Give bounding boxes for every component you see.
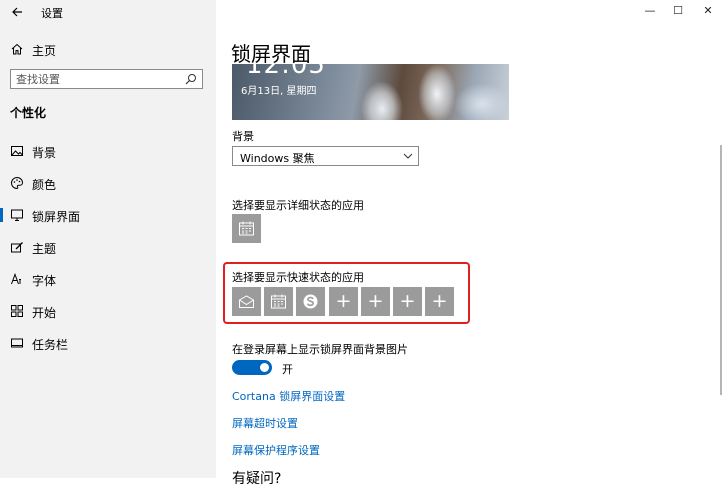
signin-background-label: 在登录屏幕上显示锁屏界面背景图片 [232,343,408,356]
cortana-lock-settings-link[interactable]: Cortana 锁屏界面设置 [232,388,345,404]
picture-icon [11,146,23,156]
quick-status-add-tile[interactable]: + [393,287,422,316]
sidebar-item-start[interactable]: 开始 [0,299,216,323]
calendar-icon [239,221,254,236]
scrollbar[interactable] [720,145,722,395]
sidebar-item-colors[interactable]: 颜色 [0,171,216,195]
add-icon: + [335,290,352,312]
background-dropdown-value: Windows 聚焦 [240,152,315,165]
toggle-knob [260,363,269,372]
background-dropdown[interactable]: Windows 聚焦 [232,146,419,166]
section-title: 个性化 [10,106,47,120]
sidebar-item-background[interactable]: 背景 [0,139,216,163]
taskbar-icon [11,338,23,348]
back-arrow-icon [12,7,22,17]
add-icon: + [399,290,416,312]
sidebar-item-label: 锁屏界面 [32,210,81,224]
sidebar: 设置 主页 个性化 背景 颜色 锁屏界面 主题 字体 开始 任务栏 [0,0,216,478]
sidebar-item-label: 背景 [32,146,57,160]
sidebar-item-fonts[interactable]: 字体 [0,267,216,291]
help-title: 有疑问? [232,471,282,487]
app-title: 设置 [41,7,63,20]
quick-status-label: 选择要显示快速状态的应用 [232,271,364,284]
search-box[interactable] [10,69,203,89]
sidebar-item-label: 颜色 [32,178,57,192]
quick-status-calendar-tile[interactable] [264,287,293,316]
font-icon [11,273,21,285]
nav-home[interactable]: 主页 [0,38,216,60]
sidebar-item-themes[interactable]: 主题 [0,235,216,259]
preview-date: 6月13日, 星期四 [241,86,317,97]
screen-saver-link[interactable]: 屏幕保护程序设置 [232,442,320,458]
quick-status-skype-tile[interactable] [296,287,325,316]
minimize-button[interactable]: — [636,2,664,20]
lock-screen-icon [11,209,23,221]
sidebar-item-taskbar[interactable]: 任务栏 [0,331,216,355]
start-grid-icon [11,305,23,317]
detailed-status-calendar-tile[interactable] [232,214,261,243]
preview-time: 12:05 [246,64,326,80]
nav-home-label: 主页 [32,44,57,58]
main-content: — ☐ ✕ 锁屏界面 12:05 6月13日, 星期四 背景 Windows 聚… [216,0,725,487]
maximize-button[interactable]: ☐ [664,2,692,20]
sidebar-item-label: 主题 [32,242,57,256]
lock-screen-preview: 12:05 6月13日, 星期四 [232,64,509,120]
add-icon: + [431,290,448,312]
signin-background-toggle[interactable] [232,360,272,375]
skype-icon [303,294,318,309]
background-label: 背景 [232,130,254,143]
mail-icon [239,295,254,308]
quick-status-add-tile[interactable]: + [361,287,390,316]
home-icon [11,43,23,55]
toggle-state-label: 开 [282,363,293,376]
quick-status-add-tile[interactable]: + [425,287,454,316]
sidebar-item-label: 开始 [32,306,57,320]
palette-icon [11,176,24,190]
quick-status-mail-tile[interactable] [232,287,261,316]
sidebar-item-label: 任务栏 [32,338,69,352]
search-input[interactable] [16,71,176,87]
theme-brush-icon [11,242,23,253]
page-title: 锁屏界面 [231,42,311,66]
add-icon: + [367,290,384,312]
calendar-icon [271,294,286,309]
detailed-status-label: 选择要显示详细状态的应用 [232,199,364,212]
sidebar-item-lock-screen[interactable]: 锁屏界面 [0,203,216,227]
sidebar-item-label: 字体 [32,274,57,288]
screen-timeout-link[interactable]: 屏幕超时设置 [232,415,298,431]
close-button[interactable]: ✕ [694,2,722,20]
back-button[interactable] [8,3,26,21]
search-icon [185,74,196,85]
title-bar: 设置 [0,0,216,24]
quick-status-add-tile[interactable]: + [329,287,358,316]
chevron-down-icon [403,153,413,159]
